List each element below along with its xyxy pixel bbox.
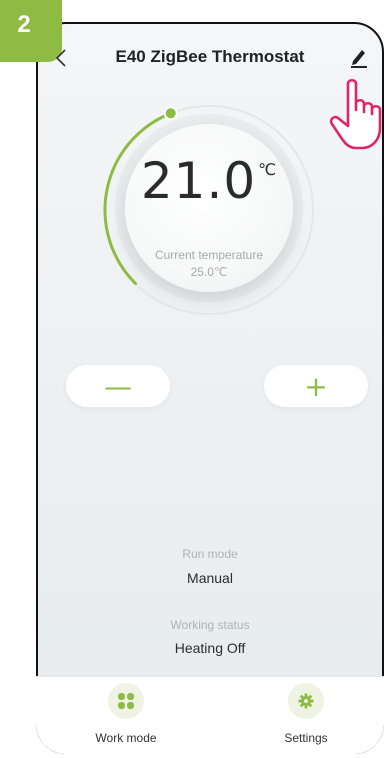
gear-icon [298, 693, 314, 709]
decrease-button[interactable]: — [66, 365, 170, 407]
page-title: E40 ZigBee Thermostat [115, 47, 305, 66]
settings-label[interactable]: Settings [261, 731, 351, 745]
hand-pointer-icon [329, 78, 382, 150]
work-mode-button[interactable] [108, 683, 144, 719]
run-mode-label: Run mode [182, 547, 238, 561]
ring-handle [163, 106, 178, 121]
plus-icon: + [304, 369, 328, 403]
step-number: 2 [17, 11, 31, 38]
setpoint-value: 21.0 [140, 152, 257, 210]
settings-button[interactable] [288, 683, 324, 719]
current-temperature-label: Current temperature [154, 248, 264, 262]
setpoint-display: 21.0 ℃ [125, 152, 293, 210]
run-mode-value: Manual [187, 570, 233, 586]
working-status-label: Working status [170, 618, 250, 632]
work-mode-label[interactable]: Work mode [81, 731, 171, 745]
work-mode-icon [118, 693, 134, 709]
increase-button[interactable]: + [264, 365, 368, 407]
minus-icon: — [104, 369, 132, 403]
setpoint-unit: ℃ [258, 160, 278, 179]
edit-pencil-icon[interactable] [349, 46, 369, 68]
current-temperature-value: 25.0℃ [190, 265, 228, 279]
working-status-value: Heating Off [174, 640, 246, 656]
